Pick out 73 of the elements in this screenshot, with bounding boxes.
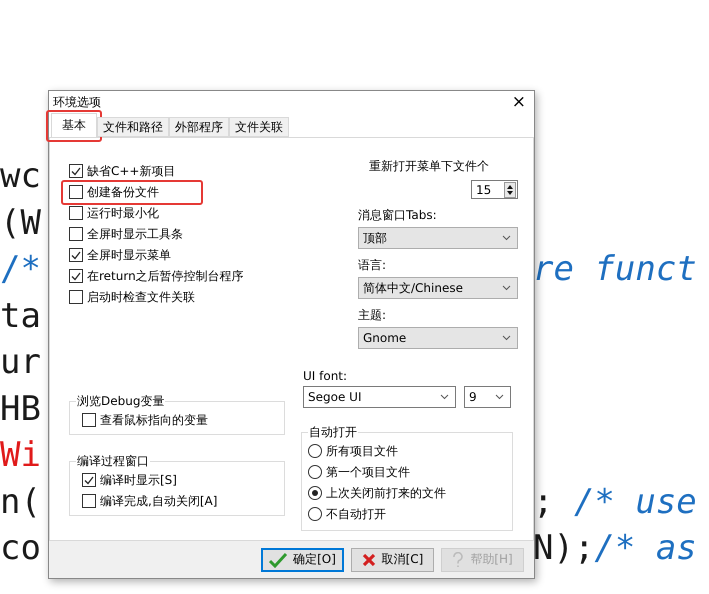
chevron-down-icon (502, 335, 511, 341)
option-label: 启动时检查文件关联 (87, 288, 195, 306)
checkbox[interactable] (69, 290, 83, 304)
size-dropdown[interactable]: 9 (464, 386, 511, 408)
group-title: 自动打开 (308, 424, 358, 441)
radio-button[interactable] (308, 486, 322, 500)
chevron-down-icon (440, 394, 449, 400)
dropdown[interactable]: Gnome (358, 327, 518, 349)
close-button[interactable]: × (510, 92, 528, 112)
option-label: 运行时最小化 (87, 204, 159, 222)
option-label: 全屏时显示工具条 (87, 226, 183, 242)
option-label: 缺省C++新项目 (87, 162, 176, 180)
checkbox[interactable] (69, 185, 83, 199)
code-text: /* use (572, 480, 697, 524)
option-label: 不自动打开 (326, 506, 386, 522)
checkbox[interactable] (69, 164, 83, 178)
code-text: N); (533, 527, 594, 570)
radio-button[interactable] (308, 465, 322, 479)
cancel-button[interactable]: 取消[C] (351, 548, 434, 572)
dropdown[interactable]: 顶部 (358, 227, 518, 249)
number-spinner[interactable]: 15 (471, 180, 518, 199)
code-text: /* as (594, 527, 697, 570)
question-icon (452, 552, 464, 568)
code-text: ta (0, 294, 41, 338)
option-label: 编译时显示[S] (100, 472, 177, 488)
checkmark-icon (269, 552, 288, 568)
chevron-down-icon (495, 394, 504, 400)
code-text: co (0, 527, 41, 570)
cross-icon (362, 552, 376, 566)
field-label: 语言: (357, 257, 388, 274)
window-title: 环境选项 (53, 94, 101, 110)
radio-button[interactable] (308, 507, 322, 521)
tab[interactable]: 外部程序 (169, 117, 229, 137)
code-text: /* (0, 248, 41, 291)
tab[interactable]: 文件和路径 (97, 117, 169, 137)
code-text: re funct (533, 248, 697, 291)
checkbox[interactable] (82, 413, 96, 427)
code-text: n( (0, 480, 41, 524)
spin-arrows-icon (504, 182, 516, 198)
code-text: (W (0, 202, 41, 244)
option-label: 查看鼠标指向的变量 (100, 412, 208, 428)
chevron-down-icon (502, 235, 511, 241)
field-label: 消息窗口Tabs: (357, 207, 438, 224)
group-title: 编译过程窗口 (76, 453, 150, 470)
checkbox[interactable] (82, 473, 96, 487)
checkbox[interactable] (69, 227, 83, 241)
radio-button[interactable] (308, 444, 322, 458)
checkbox[interactable] (82, 494, 96, 508)
font-dropdown[interactable]: Segoe UI (303, 386, 456, 408)
option-label: 所有项目文件 (326, 442, 398, 460)
field-label: 重新打开菜单下文件个 (369, 158, 489, 175)
dropdown[interactable]: 简体中文/Chinese (358, 277, 518, 299)
option-label: 第一个项目文件 (326, 464, 410, 480)
code-text: ur (0, 341, 41, 384)
field-label: 主题: (357, 307, 388, 324)
field-label: UI font: (302, 369, 348, 383)
option-label: 全屏时显示菜单 (87, 246, 171, 264)
option-label: 上次关闭前打来的文件 (326, 484, 446, 502)
option-label: 创建备份文件 (87, 184, 159, 200)
code-text: ; (533, 480, 554, 524)
code-text: HB (0, 388, 41, 430)
checkbox[interactable] (69, 248, 83, 262)
code-text: wc (0, 155, 41, 198)
tab[interactable]: 基本 (51, 113, 97, 137)
option-label: 在return之后暂停控制台程序 (87, 268, 244, 284)
group-title: 浏览Debug变量 (76, 393, 166, 410)
checkbox[interactable] (69, 269, 83, 283)
ok-button[interactable]: 确定[O] (261, 548, 344, 572)
code-text: Wi (0, 434, 41, 477)
tab[interactable]: 文件关联 (229, 117, 289, 137)
chevron-down-icon (502, 285, 511, 291)
checkbox[interactable] (69, 206, 83, 220)
option-label: 编译完成,自动关闭[A] (100, 492, 218, 510)
